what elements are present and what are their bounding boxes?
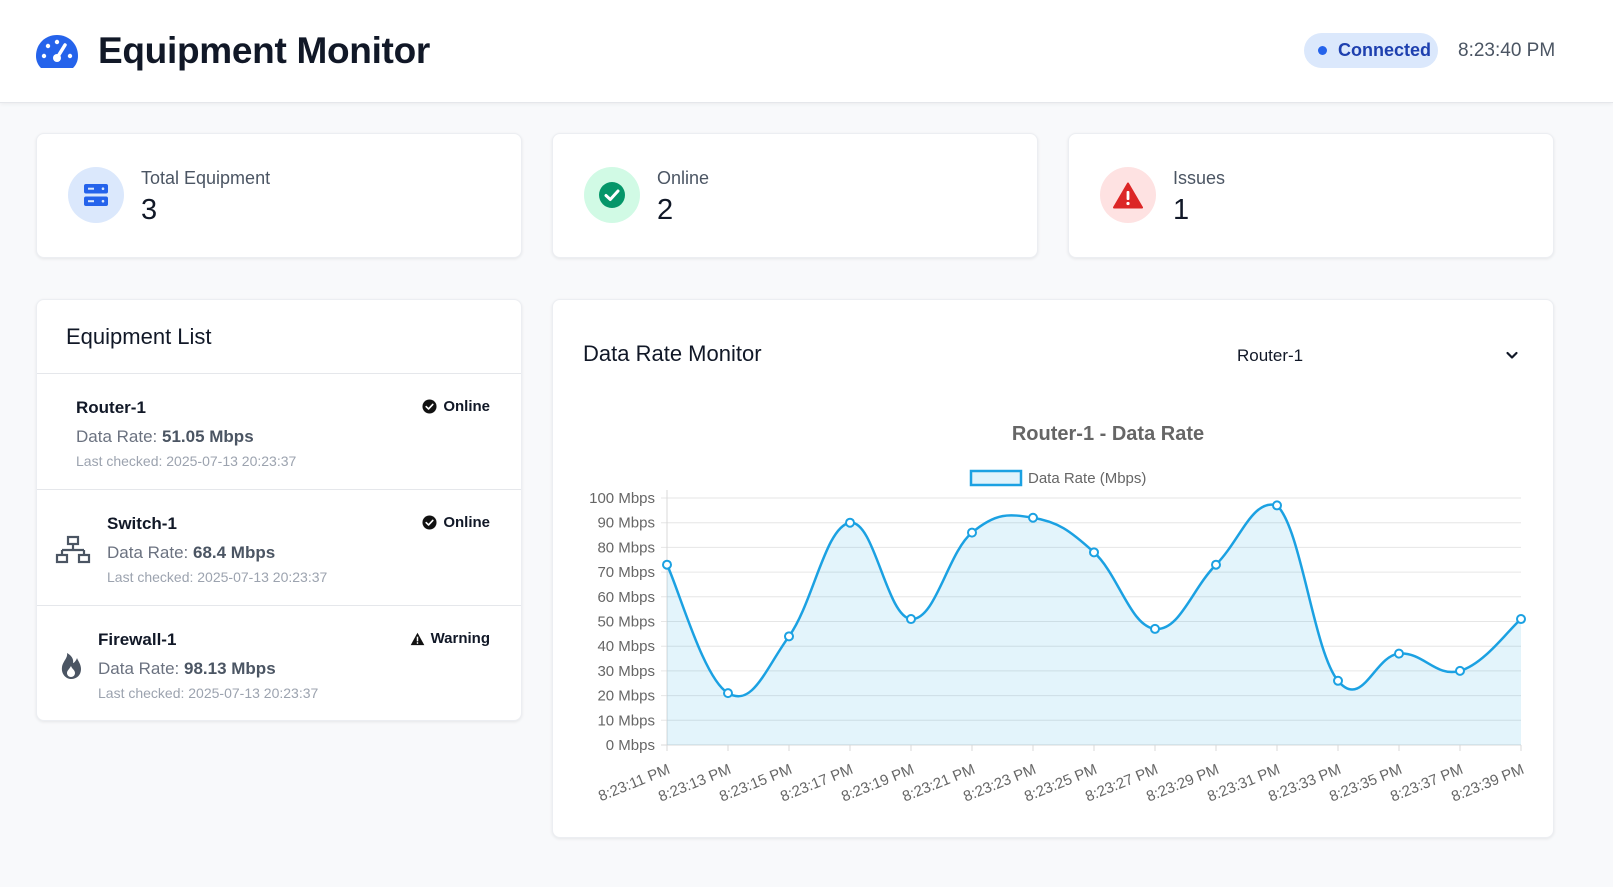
data-point	[1516, 614, 1526, 625]
y-tick-label: 20 Mbps	[597, 688, 655, 705]
data-point	[784, 631, 794, 642]
equipment-list-panel: Equipment List Router-1 Data Rate: 51.05…	[36, 299, 522, 721]
equipment-last-checked: Last checked: 2025-07-13 20:23:37	[76, 453, 297, 469]
data-point	[1455, 665, 1465, 676]
equipment-item-router-1[interactable]: Router-1 Data Rate: 51.05 Mbps Last chec…	[37, 374, 521, 490]
data-point	[1089, 547, 1099, 558]
data-point	[723, 688, 733, 699]
gauge-icon	[36, 35, 78, 68]
network-icon	[55, 535, 91, 564]
warning-icon	[1100, 167, 1156, 223]
equipment-status: Online	[422, 398, 490, 415]
y-tick-label: 10 Mbps	[597, 712, 655, 729]
equipment-name: Firewall-1	[98, 630, 177, 649]
equipment-status: Warning	[410, 630, 490, 647]
equipment-data-rate: Data Rate: 68.4 Mbps	[107, 543, 276, 562]
check-circle-icon	[422, 515, 437, 530]
data-point	[967, 527, 977, 538]
y-tick-label: 50 Mbps	[597, 614, 655, 631]
data-point	[1211, 559, 1221, 570]
chart-title: Router-1 - Data Rate	[1012, 423, 1204, 445]
equipment-data-rate: Data Rate: 98.13 Mbps	[98, 659, 276, 678]
equipment-status: Online	[422, 514, 490, 531]
y-tick-label: 100 Mbps	[589, 490, 655, 507]
fire-icon	[61, 653, 81, 679]
equipment-name: Router-1	[76, 398, 146, 417]
app-header: Equipment Monitor Connected 8:23:40 PM	[0, 0, 1613, 103]
check-circle-icon	[422, 399, 437, 414]
data-point	[1028, 512, 1038, 523]
data-point	[662, 559, 672, 570]
equipment-name: Switch-1	[107, 514, 177, 533]
stat-card-online: Online 2	[552, 133, 1038, 258]
status-dot-icon	[1318, 46, 1327, 55]
legend-label: Data Rate (Mbps)	[1028, 470, 1146, 487]
legend-swatch	[969, 469, 1023, 487]
current-time: 8:23:40 PM	[1458, 40, 1556, 61]
y-tick-label: 60 Mbps	[597, 589, 655, 606]
equipment-item-firewall-1[interactable]: Firewall-1 Data Rate: 98.13 Mbps Last ch…	[37, 606, 521, 722]
equipment-item-switch-1[interactable]: Switch-1 Data Rate: 68.4 Mbps Last check…	[37, 490, 521, 606]
y-tick-label: 40 Mbps	[597, 638, 655, 655]
stat-value: 2	[657, 194, 674, 226]
y-tick-label: 0 Mbps	[606, 737, 655, 754]
stat-label: Online	[657, 168, 710, 188]
server-icon	[68, 167, 124, 223]
y-tick-label: 30 Mbps	[597, 663, 655, 680]
data-rate-monitor-panel: Data Rate Monitor Router-1 Router-1 - Da…	[552, 299, 1554, 838]
connection-status-text: Connected	[1338, 40, 1432, 60]
stat-card-total: Total Equipment 3	[36, 133, 522, 258]
stat-label: Issues	[1173, 168, 1226, 188]
stat-card-issues: Issues 1	[1068, 133, 1554, 258]
data-point	[1333, 675, 1343, 686]
stat-value: 1	[1173, 194, 1190, 226]
equipment-list-title: Equipment List	[66, 324, 212, 349]
equipment-last-checked: Last checked: 2025-07-13 20:23:37	[107, 569, 328, 585]
equipment-list-header: Equipment List	[37, 300, 521, 374]
page-title: Equipment Monitor	[98, 30, 430, 71]
check-circle-icon	[584, 167, 640, 223]
y-tick-label: 90 Mbps	[597, 515, 655, 532]
y-tick-label: 80 Mbps	[597, 539, 655, 556]
data-point	[845, 517, 855, 528]
stat-label: Total Equipment	[141, 168, 271, 188]
data-point	[1150, 623, 1160, 634]
stat-value: 3	[141, 194, 158, 226]
data-point	[1272, 500, 1282, 511]
equipment-last-checked: Last checked: 2025-07-13 20:23:37	[98, 685, 319, 701]
y-tick-label: 70 Mbps	[597, 564, 655, 581]
connection-status-badge: Connected	[1304, 33, 1438, 68]
equipment-data-rate: Data Rate: 51.05 Mbps	[76, 427, 254, 446]
data-point	[1394, 648, 1404, 659]
data-rate-chart: Router-1 - Data Rate Data Rate (Mbps) 0 Mb…	[589, 423, 1526, 805]
data-point	[906, 614, 916, 625]
warning-icon	[410, 632, 424, 645]
